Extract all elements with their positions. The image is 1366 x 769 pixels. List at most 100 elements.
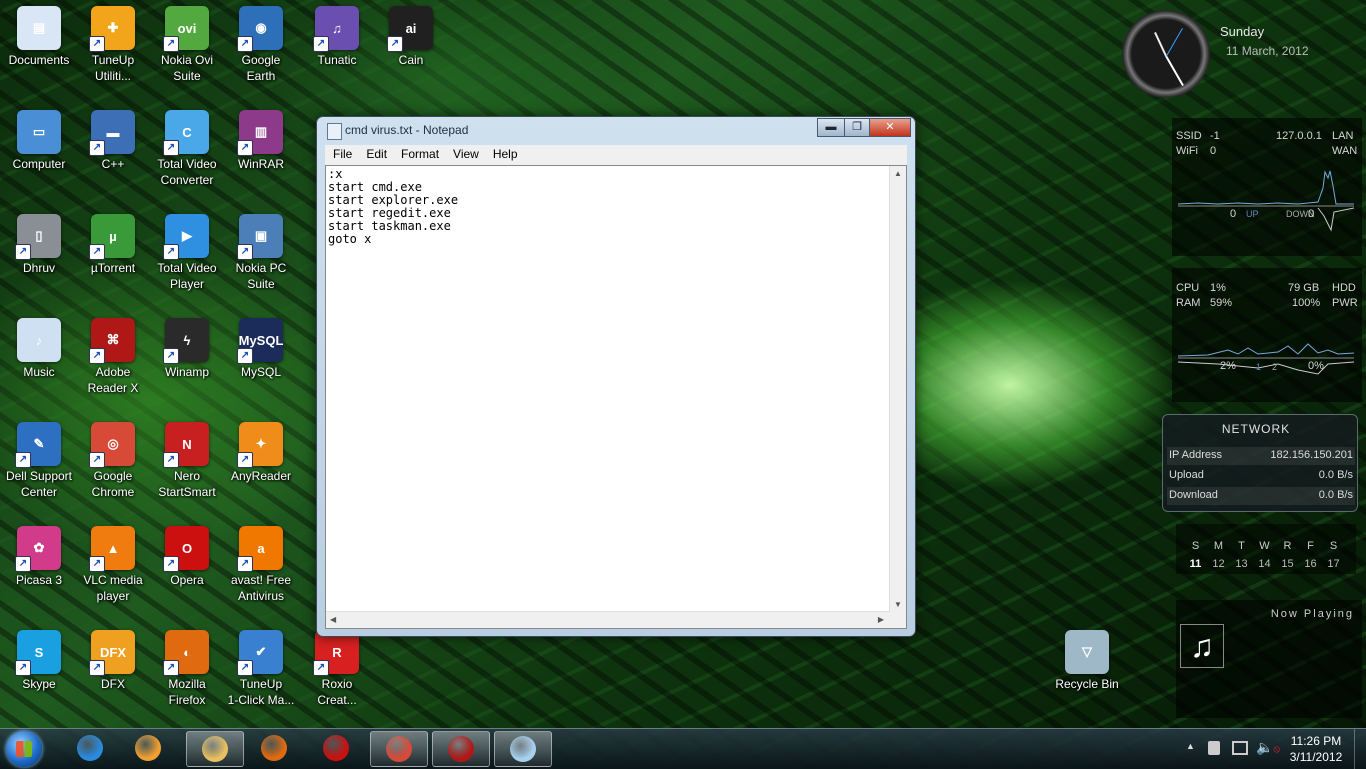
desktop-icon-dell-support[interactable]: ✎ ↗ Dell Support Center <box>0 422 78 500</box>
icon-glyph: ◉ <box>255 20 267 35</box>
explorer-taskbar-button[interactable] <box>186 731 244 767</box>
show-hidden-icons-button[interactable]: ▲ <box>1186 741 1195 751</box>
clock-gadget[interactable] <box>1122 10 1210 98</box>
desktop-icon-nokia-ovi[interactable]: ovi ↗ Nokia Ovi Suite <box>148 6 226 84</box>
horizontal-scrollbar[interactable]: ◀ ▶ <box>326 611 890 628</box>
tray-date[interactable]: 3/11/2012 <box>1286 750 1346 764</box>
vertical-scrollbar[interactable]: ▲ ▼ <box>889 166 906 612</box>
chrome-taskbar-button[interactable] <box>370 731 428 767</box>
network-row-ip: IP Address 182.156.150.201 <box>1167 447 1355 465</box>
menu-format[interactable]: Format <box>395 145 445 163</box>
calendar-date[interactable]: 16 <box>1299 558 1322 570</box>
firefox-taskbar-button[interactable] <box>246 731 302 765</box>
download-rate-value: 0.0 B/s <box>1318 489 1353 501</box>
menu-edit[interactable]: Edit <box>360 145 393 163</box>
scroll-right-arrow-icon[interactable]: ▶ <box>878 615 884 624</box>
desktop-icon-anyreader[interactable]: ✦ ↗ AnyReader <box>222 422 300 484</box>
desktop-icon-adobe[interactable]: ⌘ ↗ Adobe Reader X <box>74 318 152 396</box>
desktop-icon-computer[interactable]: ▭ Computer <box>0 110 78 172</box>
network-tray-icon[interactable] <box>1232 741 1248 755</box>
start-button[interactable] <box>6 731 42 767</box>
desktop-icon-vlc-media[interactable]: ▲ ↗ VLC media player <box>74 526 152 604</box>
shortcut-arrow-icon: ↗ <box>89 36 105 52</box>
desktop-icon-opera[interactable]: O ↗ Opera <box>148 526 226 588</box>
desktop-icon-skype[interactable]: S ↗ Skype <box>0 630 78 692</box>
desktop-icon-label: C++ <box>101 157 125 171</box>
now-playing-gadget[interactable]: Now Playing ♫ <box>1176 600 1362 718</box>
desktop-icon-google[interactable]: ◉ ↗ Google Earth <box>222 6 300 84</box>
internet-explorer-taskbar-button[interactable] <box>62 731 118 765</box>
calendar-date[interactable]: 15 <box>1276 558 1299 570</box>
desktop-icon-tuneup[interactable]: ✚ ↗ TuneUp Utiliti... <box>74 6 152 84</box>
calendar-date[interactable]: 12 <box>1207 558 1230 570</box>
computer-icon: ▭ <box>17 110 61 154</box>
desktop-icon-mysql[interactable]: MySQL ↗ MySQL <box>222 318 300 380</box>
adobe-reader-taskbar-button[interactable] <box>432 731 490 767</box>
calendar-gadget[interactable]: S M T W R F S 11 12 13 14 15 16 17 <box>1176 524 1356 574</box>
desktop-icon-mozilla[interactable]: ◐ ↗ Mozilla Firefox <box>148 630 226 708</box>
scroll-left-arrow-icon[interactable]: ◀ <box>330 615 336 624</box>
scroll-down-arrow-icon[interactable]: ▼ <box>894 600 902 609</box>
desktop-icon-cain[interactable]: ai ↗ Cain <box>372 6 450 68</box>
desktop-icon-label: DFX <box>101 677 125 691</box>
show-desktop-button[interactable] <box>1354 729 1366 769</box>
icon-glyph: R <box>332 644 342 660</box>
desktop-icon-nero[interactable]: N ↗ Nero StartSmart <box>148 422 226 500</box>
shortcut-arrow-icon: ↗ <box>387 36 403 52</box>
shortcut-arrow-icon: ↗ <box>163 140 179 156</box>
lan-label: LAN <box>1332 130 1354 142</box>
calendar-date[interactable]: 14 <box>1253 558 1276 570</box>
desktop-icon-tunatic[interactable]: ♫ ↗ Tunatic <box>298 6 376 68</box>
calendar-day-header: S <box>1329 540 1338 552</box>
desktop-icon-roxio[interactable]: R ↗ Roxio Creat... <box>298 630 376 708</box>
calendar-date[interactable]: 13 <box>1230 558 1253 570</box>
desktop-icon-winamp[interactable]: ϟ ↗ Winamp <box>148 318 226 380</box>
calendar-date-today[interactable]: 11 <box>1184 558 1207 570</box>
desktop-icon-avast-free[interactable]: a ↗ avast! Free Antivirus <box>222 526 300 604</box>
menu-help[interactable]: Help <box>487 145 524 163</box>
desktop-icon-recycle-bin[interactable]: ▽ Recycle Bin <box>1048 630 1126 692</box>
opera-taskbar-button[interactable] <box>308 731 364 765</box>
desktop-icon-label: Music <box>23 365 55 379</box>
shortcut-arrow-icon: ↗ <box>313 36 329 52</box>
notepad-taskbar-button[interactable] <box>494 731 552 767</box>
notepad-window[interactable]: cmd virus.txt - Notepad ▬ ❐ ✕ File Edit Fo… <box>316 116 916 637</box>
shortcut-arrow-icon: ↗ <box>89 140 105 156</box>
scroll-up-arrow-icon[interactable]: ▲ <box>894 169 902 178</box>
desktop-icon-google[interactable]: ◎ ↗ Google Chrome <box>74 422 152 500</box>
network-meter-gadget[interactable]: SSID -1 127.0.0.1 LAN WiFi 0 WAN 0 UP DO… <box>1172 118 1362 256</box>
desktop-icon-nokia-pc[interactable]: ▣ ↗ Nokia PC Suite <box>222 214 300 292</box>
adobe-icon: ⌘ ↗ <box>89 318 135 364</box>
volume-muted-icon[interactable]: 🔈⦸ <box>1256 739 1280 756</box>
desktop-icon-documents[interactable]: ▤ Documents <box>0 6 78 68</box>
close-button[interactable]: ✕ <box>869 118 911 137</box>
desktop-icon-picasa-3[interactable]: ✿ ↗ Picasa 3 <box>0 526 78 588</box>
desktop-icon-c-[interactable]: ▬ ↗ C++ <box>74 110 152 172</box>
desktop-icon-dhruv[interactable]: ▯ ↗ Dhruv <box>0 214 78 276</box>
system-meter-gadget[interactable]: CPU 1% 79 GB HDD RAM 59% 100% PWR 2% 1 2… <box>1172 268 1362 402</box>
music-note-icon[interactable]: ♫ <box>1180 624 1224 668</box>
desktop-icon--torrent[interactable]: µ ↗ µTorrent <box>74 214 152 276</box>
desktop-icon-dfx[interactable]: DFX ↗ DFX <box>74 630 152 692</box>
text-editor[interactable]: :x start cmd.exe start explorer.exe star… <box>325 165 907 629</box>
menu-file[interactable]: File <box>327 145 358 163</box>
power-value: 100% <box>1292 297 1321 309</box>
hdd-value: 79 GB <box>1288 282 1320 294</box>
ip-value: 182.156.150.201 <box>1270 449 1353 461</box>
calendar-date[interactable]: 17 <box>1322 558 1345 570</box>
desktop-icon-total-video[interactable]: ▶ ↗ Total Video Player <box>148 214 226 292</box>
documents-icon: ▤ <box>17 6 61 50</box>
action-center-icon[interactable] <box>1208 741 1220 755</box>
editor-content[interactable]: :x start cmd.exe start explorer.exe star… <box>328 168 458 246</box>
maximize-button[interactable]: ❐ <box>844 118 870 137</box>
desktop-icon-music[interactable]: ♪ Music <box>0 318 78 380</box>
desktop-icon-label: Skype <box>22 677 56 691</box>
minimize-button[interactable]: ▬ <box>817 118 845 137</box>
media-player-taskbar-button[interactable] <box>120 731 176 765</box>
desktop-icon-winrar[interactable]: ▥ ↗ WinRAR <box>222 110 300 172</box>
desktop-icon-total-video[interactable]: C ↗ Total Video Converter <box>148 110 226 188</box>
tray-time[interactable]: 11:26 PM <box>1288 734 1344 748</box>
network-panel[interactable]: NETWORK IP Address 182.156.150.201 Uploa… <box>1162 414 1358 512</box>
menu-view[interactable]: View <box>447 145 485 163</box>
desktop-icon-tuneup[interactable]: ✔ ↗ TuneUp 1-Click Ma... <box>222 630 300 708</box>
